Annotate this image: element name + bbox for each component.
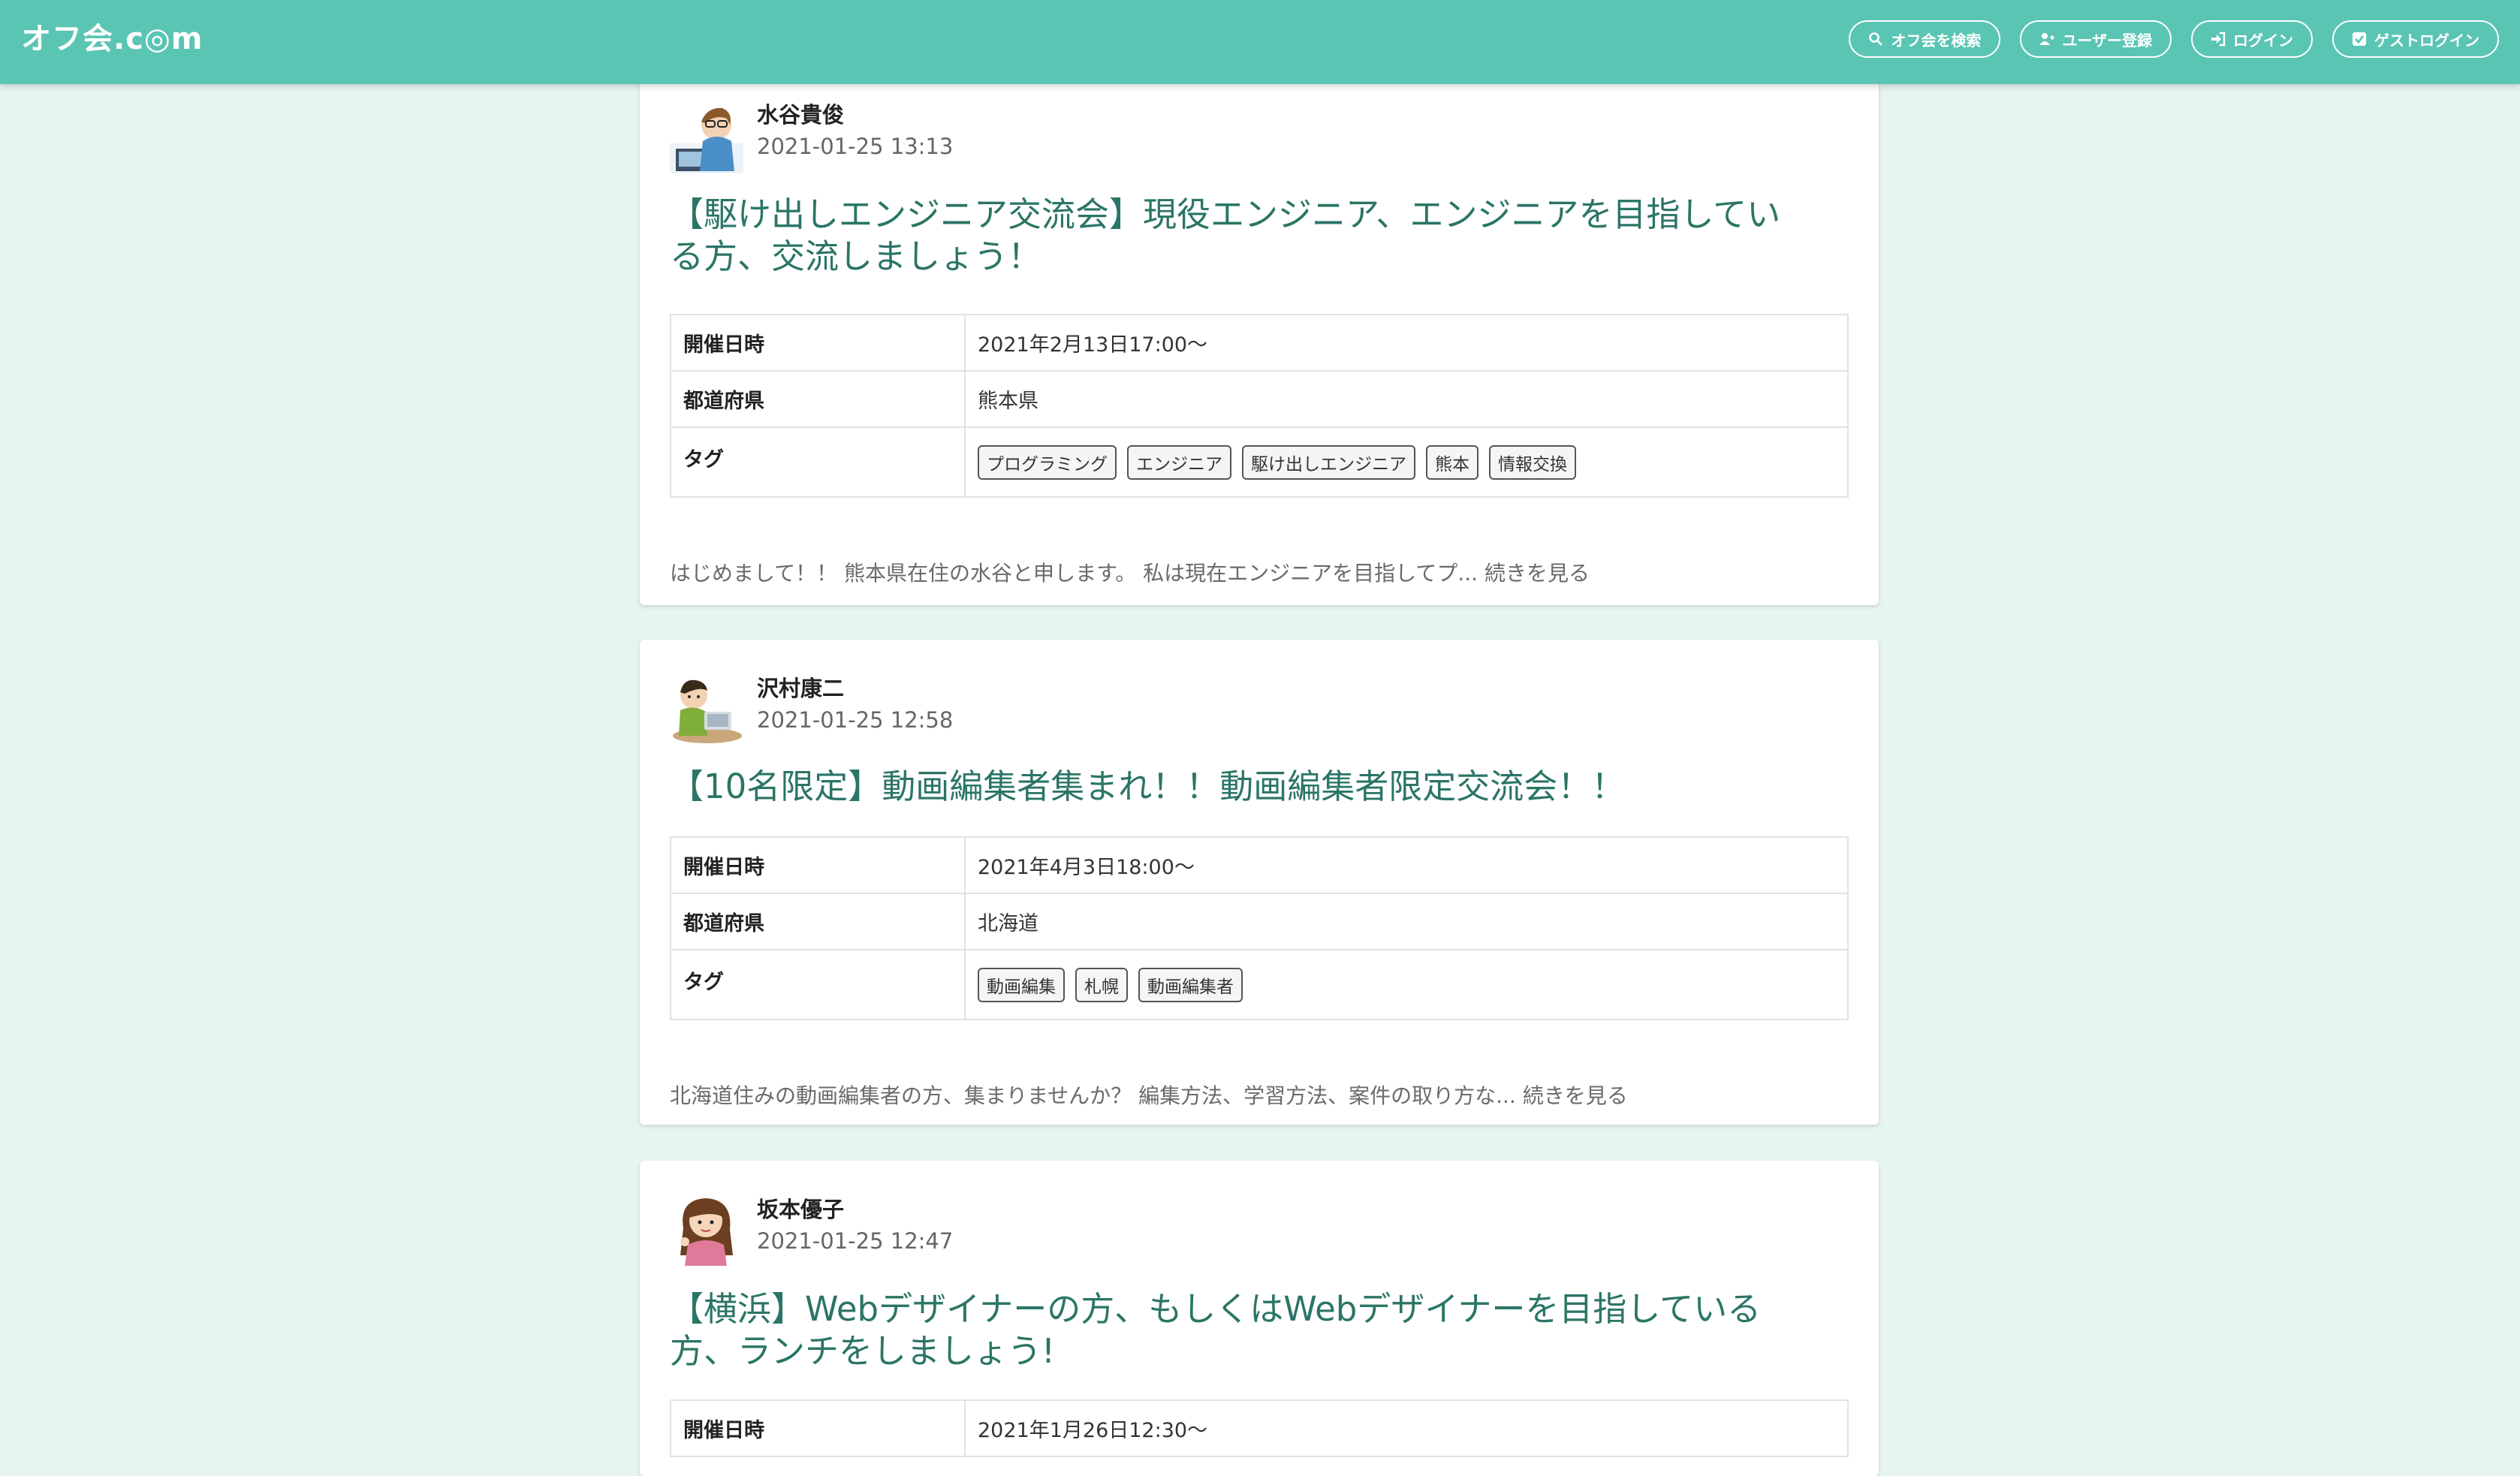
read-more-link[interactable]: 続きを見る xyxy=(1523,1083,1628,1108)
table-row: 都道府県 熊本県 xyxy=(670,370,1849,428)
event-info-table: 開催日時 2021年2月13日17:00〜 都道府県 熊本県 タグ プログラミン… xyxy=(670,314,1849,498)
event-date-value: 2021年2月13日17:00〜 xyxy=(964,314,1849,372)
post-title-line: 方、ランチをしましょう! xyxy=(670,1331,1056,1371)
post-title[interactable]: 【10名限定】動画編集者集まれ！！動画編集者限定交流会！！ xyxy=(670,766,1856,808)
check-square-icon xyxy=(2353,32,2366,46)
guest-login-label: ゲストログイン xyxy=(2374,31,2479,50)
posted-date: 2021-01-25 12:58 xyxy=(757,707,954,733)
prefecture-value: 熊本県 xyxy=(964,370,1849,428)
table-row: タグ 動画編集 札幌 動画編集者 xyxy=(670,949,1849,1020)
event-info-table: 開催日時 2021年4月3日18:00〜 都道府県 北海道 タグ 動画編集 札幌動… xyxy=(670,836,1849,1020)
excerpt-text: はじめまして！！ 熊本県在住の水谷と申します。 私は現在エンジニアを目指してプ.… xyxy=(670,561,1479,586)
avatar xyxy=(680,1198,733,1266)
table-row: 都道府県 北海道 xyxy=(670,893,1849,950)
tag[interactable]: プログラミング xyxy=(978,444,1117,480)
user-register-button[interactable]: ユーザー登録 xyxy=(2020,20,2172,58)
search-offkai-button[interactable]: オフ会を検索 xyxy=(1849,20,2001,58)
excerpt-text: 北海道住みの動画編集者の方、集まりませんか？ 編集方法、学習方法、案件の取り方な… xyxy=(670,1083,1516,1108)
post-title-line: 【10名限定】動画編集者集まれ！！動画編集者限定交流会！！ xyxy=(670,767,1626,806)
event-date-label: 開催日時 xyxy=(670,836,966,894)
prefecture-label: 都道府県 xyxy=(670,893,966,950)
navbar: オフ会.c◎m オフ会を検索 ユーザー登録 ログイン ゲストログイン xyxy=(0,0,2520,84)
table-row: 開催日時 2021年1月26日12:30〜 xyxy=(670,1399,1849,1457)
tag[interactable]: 動画編集者 xyxy=(1138,967,1243,1002)
tag-list: プログラミング エンジニア 駆け出しエンジニア 熊本 情報交換 xyxy=(964,426,1849,498)
table-row: 開催日時 2021年4月3日18:00〜 xyxy=(670,836,1849,894)
post-title[interactable]: 【駆け出しエンジニア交流会】現役エンジニア、エンジニアを目指してい る方、交流し… xyxy=(670,194,1856,278)
post-excerpt: 北海道住みの動画編集者の方、集まりませんか？ 編集方法、学習方法、案件の取り方な… xyxy=(670,1080,1628,1110)
avatar xyxy=(673,679,742,743)
tag[interactable]: エンジニア xyxy=(1127,444,1231,480)
author-name[interactable]: 沢村康二 xyxy=(757,671,844,703)
read-more-link[interactable]: 続きを見る xyxy=(1485,561,1590,586)
user-register-label: ユーザー登録 xyxy=(2062,31,2152,50)
author-name[interactable]: 坂本優子 xyxy=(757,1192,844,1224)
event-date-label: 開催日時 xyxy=(670,314,966,372)
table-row: 開催日時 2021年2月13日17:00〜 xyxy=(670,314,1849,372)
guest-login-button[interactable]: ゲストログイン xyxy=(2332,20,2499,58)
post-title-line: 【横浜】Webデザイナーの方、もしくはWebデザイナーを目指している xyxy=(670,1289,1762,1329)
post-title[interactable]: 【横浜】Webデザイナーの方、もしくはWebデザイナーを目指している 方、ランチ… xyxy=(670,1288,1856,1372)
posted-date: 2021-01-25 13:13 xyxy=(757,134,954,159)
search-offkai-label: オフ会を検索 xyxy=(1891,31,1982,50)
post-card: 沢村康二 2021-01-25 12:58 【10名限定】動画編集者集まれ！！動… xyxy=(640,640,1879,1125)
event-date-value: 2021年4月3日18:00〜 xyxy=(964,836,1849,894)
login-label: ログイン xyxy=(2233,31,2293,50)
tags-label: タグ xyxy=(670,426,966,498)
tags-label: タグ xyxy=(670,949,966,1020)
event-info-table: 開催日時 2021年1月26日12:30〜 xyxy=(670,1399,1849,1457)
login-button[interactable]: ログイン xyxy=(2191,20,2313,58)
post-excerpt: はじめまして！！ 熊本県在住の水谷と申します。 私は現在エンジニアを目指してプ.… xyxy=(670,557,1590,587)
post-card: 坂本優子 2021-01-25 12:47 【横浜】Webデザイナーの方、もしく… xyxy=(640,1161,1879,1476)
posted-date: 2021-01-25 12:47 xyxy=(757,1228,954,1254)
tag[interactable]: 札幌 xyxy=(1075,967,1128,1002)
tag[interactable]: 動画編集 xyxy=(978,967,1065,1002)
event-date-label: 開催日時 xyxy=(670,1399,966,1457)
post-card: 水谷貴俊 2021-01-25 13:13 【駆け出しエンジニア交流会】現役エン… xyxy=(640,0,1879,605)
tag[interactable]: 駆け出しエンジニア xyxy=(1242,444,1415,480)
nav-buttons: オフ会を検索 ユーザー登録 ログイン ゲストログイン xyxy=(1849,20,2499,58)
search-icon xyxy=(1869,32,1882,46)
post-title-line: 【駆け出しエンジニア交流会】現役エンジニア、エンジニアを目指してい xyxy=(670,194,1781,234)
prefecture-value: 北海道 xyxy=(964,893,1849,950)
prefecture-label: 都道府県 xyxy=(670,370,966,428)
brand-logo[interactable]: オフ会.c◎m xyxy=(21,17,203,62)
tag[interactable]: 熊本 xyxy=(1426,444,1479,480)
author-name[interactable]: 水谷貴俊 xyxy=(757,98,844,129)
tag-list: 動画編集 札幌 動画編集者 xyxy=(964,949,1849,1020)
table-row: タグ プログラミング エンジニア 駆け出しエンジニア 熊本 情報交換 xyxy=(670,426,1849,498)
avatar xyxy=(670,107,743,173)
user-plus-icon xyxy=(2039,33,2055,45)
post-title-line: る方、交流しましょう！ xyxy=(670,236,1042,276)
sign-in-icon xyxy=(2211,32,2226,47)
tag[interactable]: 情報交換 xyxy=(1489,444,1576,480)
event-date-value: 2021年1月26日12:30〜 xyxy=(964,1399,1849,1457)
